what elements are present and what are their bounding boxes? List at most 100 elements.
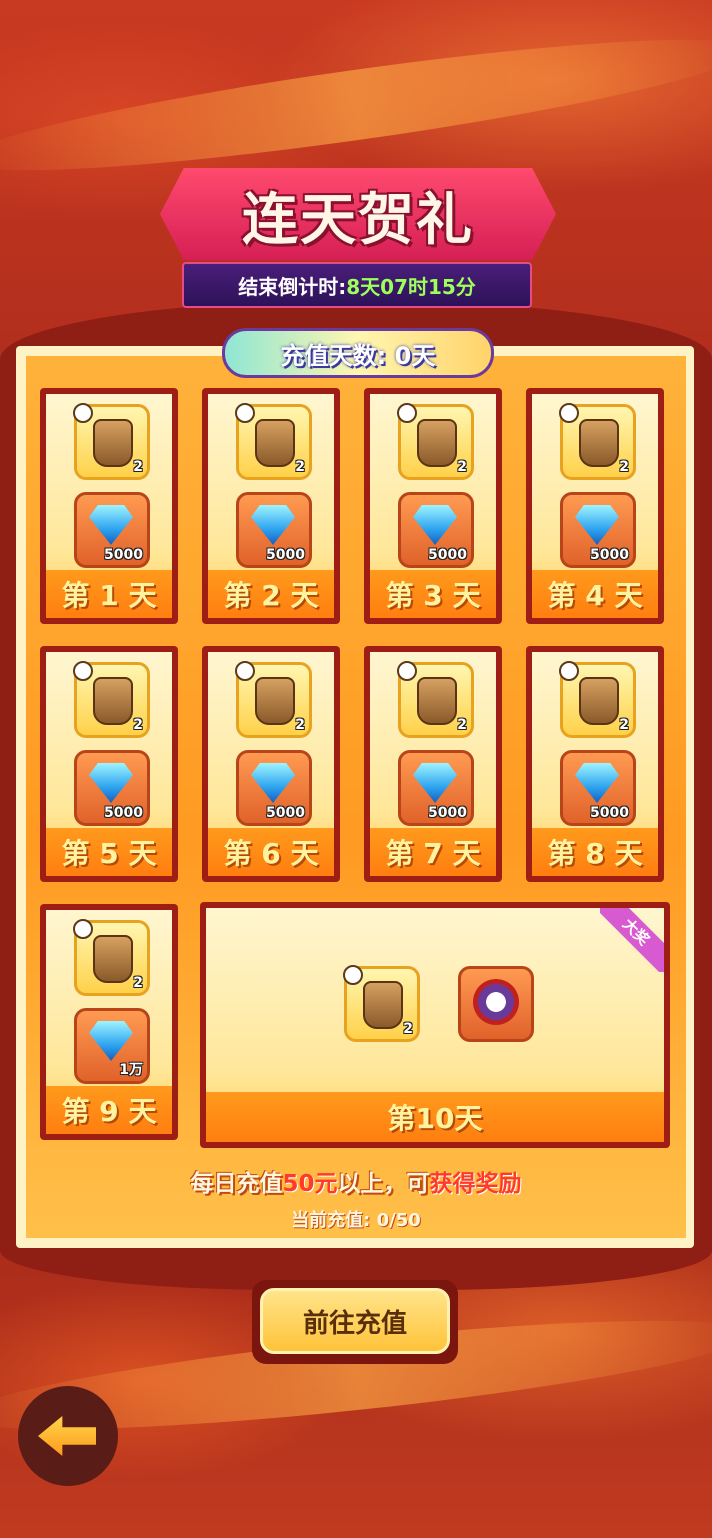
clock-icon	[397, 661, 417, 681]
bag-slot[interactable]: 2	[73, 661, 150, 738]
day-card[interactable]: 2 5000 第 3 天	[364, 388, 502, 624]
day-card[interactable]: 2 5000 第 4 天	[526, 388, 664, 624]
diamond-icon	[89, 763, 133, 803]
supply-bag-icon	[579, 419, 619, 467]
bag-qty: 2	[133, 975, 143, 991]
gem-qty: 5000	[428, 547, 467, 563]
day-card[interactable]: 2 5000 第 5 天	[40, 646, 178, 882]
back-button[interactable]	[18, 1386, 118, 1486]
clock-icon	[397, 403, 417, 423]
bag-slot[interactable]: 2	[235, 403, 312, 480]
gem-slot[interactable]: 5000	[398, 492, 474, 568]
gem-qty: 5000	[428, 805, 467, 821]
gem-slot[interactable]: 5000	[74, 750, 150, 826]
clock-icon	[343, 965, 363, 985]
bag-qty: 2	[133, 717, 143, 733]
rule-prefix: 每日充值	[190, 1171, 283, 1197]
day-label: 第 1 天	[46, 570, 172, 618]
page-title: 连天贺礼	[242, 186, 474, 253]
supply-bag-icon	[93, 935, 133, 983]
clock-icon	[73, 403, 93, 423]
diamond-icon	[575, 505, 619, 545]
bag-qty: 2	[295, 717, 305, 733]
hero-portrait-icon	[473, 979, 519, 1025]
bag-slot[interactable]: 2	[73, 919, 150, 996]
recharge-days-badge: 充值天数: 0天	[222, 328, 494, 378]
diamond-icon	[89, 505, 133, 545]
gem-qty: 5000	[104, 805, 143, 821]
day-10-label: 第10天	[206, 1092, 664, 1142]
day-10-bag-slot[interactable]: 2	[343, 965, 420, 1042]
supply-bag-icon	[255, 419, 295, 467]
gem-slot[interactable]: 5000	[560, 492, 636, 568]
rule-suffix: 获得奖励	[429, 1171, 522, 1197]
supply-bag-icon	[417, 419, 457, 467]
gem-slot[interactable]: 5000	[398, 750, 474, 826]
go-recharge-button[interactable]: 前往充值	[260, 1288, 450, 1354]
gem-qty: 5000	[590, 805, 629, 821]
clock-icon	[235, 403, 255, 423]
day-card[interactable]: 2 1万第 9 天	[40, 904, 178, 1140]
bag-qty: 2	[457, 717, 467, 733]
gem-qty: 5000	[266, 547, 305, 563]
gem-qty: 5000	[590, 547, 629, 563]
gem-slot[interactable]: 5000	[560, 750, 636, 826]
day-card[interactable]: 2 5000 第 1 天	[40, 388, 178, 624]
day-label: 第 2 天	[208, 570, 334, 618]
day-10-hero-slot[interactable]	[458, 966, 534, 1042]
day-label: 第 6 天	[208, 828, 334, 876]
day-10-bag-qty: 2	[403, 1021, 413, 1037]
gem-slot[interactable]: 1万	[74, 1008, 150, 1084]
clock-icon	[235, 661, 255, 681]
recharge-progress: 当前充值: 0/50	[291, 1210, 421, 1231]
bag-qty: 2	[619, 459, 629, 475]
countdown-label: 结束倒计时:	[238, 274, 347, 299]
gem-slot[interactable]: 5000	[236, 492, 312, 568]
grand-prize-ribbon: 大奖	[600, 908, 664, 972]
recharge-rule: 每日充值50元以上，可获得奖励	[26, 1164, 686, 1198]
clock-icon	[559, 661, 579, 681]
day-card[interactable]: 2 5000 第 8 天	[526, 646, 664, 882]
bag-slot[interactable]: 2	[559, 661, 636, 738]
supply-bag-icon	[93, 419, 133, 467]
gem-qty: 5000	[104, 547, 143, 563]
supply-bag-icon	[93, 677, 133, 725]
diamond-icon	[413, 763, 457, 803]
clock-icon	[73, 661, 93, 681]
rule-amount: 50元	[282, 1171, 338, 1197]
bag-qty: 2	[133, 459, 143, 475]
day-label: 第 5 天	[46, 828, 172, 876]
clock-icon	[559, 403, 579, 423]
day-10-card[interactable]: 大奖 2 第10天	[200, 902, 670, 1148]
day-label: 第 8 天	[532, 828, 658, 876]
bag-slot[interactable]: 2	[73, 403, 150, 480]
gem-slot[interactable]: 5000	[236, 750, 312, 826]
bag-slot[interactable]: 2	[397, 403, 474, 480]
bag-qty: 2	[295, 459, 305, 475]
supply-bag-icon	[417, 677, 457, 725]
supply-bag-icon	[579, 677, 619, 725]
bag-slot[interactable]: 2	[235, 661, 312, 738]
gem-qty: 1万	[119, 1062, 143, 1078]
gem-qty: 5000	[266, 805, 305, 821]
diamond-icon	[89, 1021, 133, 1061]
rule-middle: 以上，可	[337, 1171, 430, 1197]
grand-prize-ribbon-label: 大奖	[600, 908, 664, 972]
countdown-bar: 结束倒计时: 8天07时15分	[182, 262, 532, 308]
bag-qty: 2	[619, 717, 629, 733]
gem-slot[interactable]: 5000	[74, 492, 150, 568]
day-card[interactable]: 2 5000 第 2 天	[202, 388, 340, 624]
supply-bag-icon	[255, 677, 295, 725]
bag-slot[interactable]: 2	[559, 403, 636, 480]
bag-slot[interactable]: 2	[397, 661, 474, 738]
day-label: 第 4 天	[532, 570, 658, 618]
day-card[interactable]: 2 5000 第 7 天	[364, 646, 502, 882]
bag-qty: 2	[457, 459, 467, 475]
day-card[interactable]: 2 5000 第 6 天	[202, 646, 340, 882]
clock-icon	[73, 919, 93, 939]
diamond-icon	[413, 505, 457, 545]
diamond-icon	[251, 763, 295, 803]
day-label: 第 9 天	[46, 1086, 172, 1134]
day-label: 第 7 天	[370, 828, 496, 876]
supply-bag-icon	[363, 981, 403, 1029]
